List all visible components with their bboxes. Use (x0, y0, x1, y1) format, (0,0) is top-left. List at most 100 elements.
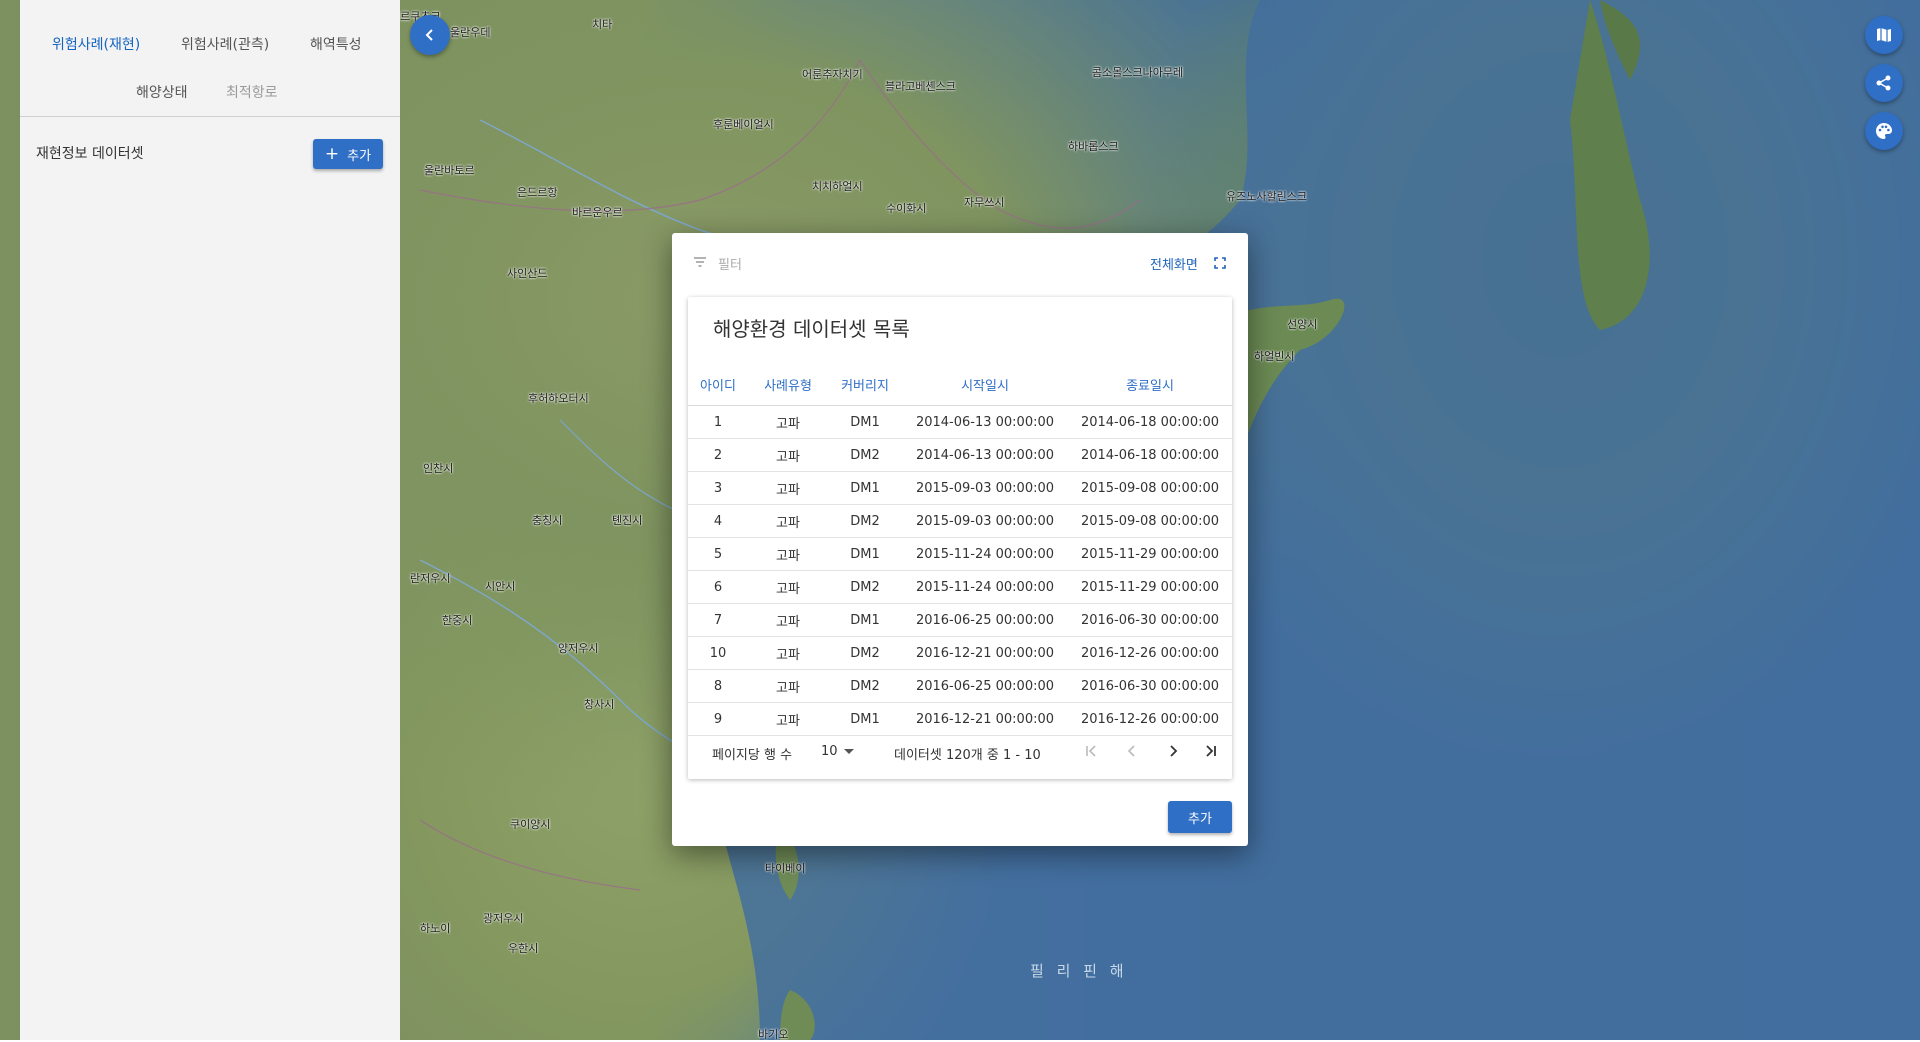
cell-id: 8 (688, 669, 748, 703)
cell-start-time: 2015-09-03 00:00:00 (902, 504, 1068, 538)
last-page-icon (1206, 745, 1216, 757)
cell-id: 5 (688, 537, 748, 571)
table-row[interactable]: 2 고파 DM2 2014-06-13 00:00:00 2014-06-18 00:0… (688, 438, 1232, 472)
map-place-label: 창사시 (584, 698, 615, 711)
tab-divider (20, 116, 400, 117)
map-place-label: 인찬시 (423, 462, 454, 475)
map-place-label: 수이화시 (886, 202, 927, 215)
cell-coverage: DM1 (828, 603, 902, 637)
cell-start-time: 2015-11-24 00:00:00 (902, 537, 1068, 571)
cell-coverage: DM2 (828, 438, 902, 472)
plus-icon: + (324, 143, 340, 164)
theme-button[interactable] (1865, 112, 1903, 150)
map-place-label: 후허하오터시 (528, 392, 589, 405)
last-page-button[interactable] (1200, 740, 1222, 762)
cell-id: 4 (688, 504, 748, 538)
map-place-label: 하바롭스크 (1068, 140, 1119, 153)
table-row[interactable]: 3 고파 DM1 2015-09-03 00:00:00 2015-09-08 00:0… (688, 471, 1232, 505)
table-row[interactable]: 10 고파 DM2 2016-12-21 00:00:00 2016-12-26 00:… (688, 636, 1232, 670)
map-place-label: 울란우데 (450, 26, 491, 39)
table-row[interactable]: 6 고파 DM2 2015-11-24 00:00:00 2015-11-29 00:0… (688, 570, 1232, 604)
add-dataset-button[interactable]: + 추가 (313, 139, 383, 169)
cell-case-type: 고파 (748, 537, 828, 571)
tab-ocean-state[interactable]: 해양상태 (136, 82, 188, 102)
cell-id: 7 (688, 603, 748, 637)
prev-page-icon (1127, 745, 1135, 757)
cell-end-time: 2014-06-18 00:00:00 (1068, 405, 1232, 439)
caret-down-icon (843, 749, 854, 754)
cell-case-type: 고파 (748, 570, 828, 604)
map-place-label: 블라고베셴스크 (885, 80, 956, 93)
filter-icon[interactable] (693, 256, 707, 268)
cell-end-time: 2015-11-29 00:00:00 (1068, 570, 1232, 604)
cell-start-time: 2016-12-21 00:00:00 (902, 636, 1068, 670)
cell-end-time: 2015-09-08 00:00:00 (1068, 504, 1232, 538)
dataset-table-card: 해양환경 데이터셋 목록 아이디 사례유형 커버리지 시작일시 종료일시 1 고파… (688, 297, 1232, 779)
map-place-label: 자무쓰시 (964, 196, 1005, 209)
table-row[interactable]: 1 고파 DM1 2014-06-13 00:00:00 2014-06-18 00:0… (688, 405, 1232, 439)
map-place-label: 충칭시 (532, 514, 563, 527)
column-header-coverage[interactable]: 커버리지 (828, 363, 902, 406)
cell-id: 6 (688, 570, 748, 604)
table-row[interactable]: 5 고파 DM1 2015-11-24 00:00:00 2015-11-29 00:0… (688, 537, 1232, 571)
fullscreen-button[interactable]: 전체화면 (1150, 254, 1198, 273)
table-row[interactable]: 8 고파 DM2 2016-06-25 00:00:00 2016-06-30 00:0… (688, 669, 1232, 703)
table-row[interactable]: 4 고파 DM2 2015-09-03 00:00:00 2015-09-08 00:0… (688, 504, 1232, 538)
map-place-label: 치타 (592, 18, 613, 31)
cell-end-time: 2015-11-29 00:00:00 (1068, 537, 1232, 571)
dataset-dialog: 필터 전체화면 해양환경 데이터셋 목록 아이디 사례유형 커버리지 시작일시 … (672, 233, 1248, 846)
column-header-start-time[interactable]: 시작일시 (902, 363, 1068, 406)
collapse-panel-button[interactable] (410, 15, 450, 55)
page-range-label: 데이터셋 120개 중 1 - 10 (894, 748, 1041, 763)
map-layers-button[interactable] (1865, 16, 1903, 54)
cell-end-time: 2016-06-30 00:00:00 (1068, 603, 1232, 637)
map-place-label: 바르운우르 (572, 206, 623, 219)
next-page-button[interactable] (1162, 740, 1184, 762)
column-header-case-type[interactable]: 사례유형 (748, 363, 828, 406)
map-place-label: 톈진시 (612, 514, 643, 527)
map-icon (1877, 28, 1891, 42)
cell-start-time: 2015-11-24 00:00:00 (902, 570, 1068, 604)
cell-case-type: 고파 (748, 504, 828, 538)
tab-risk-reproduced[interactable]: 위험사례(재현) (52, 34, 140, 54)
cell-end-time: 2015-09-08 00:00:00 (1068, 471, 1232, 505)
cell-coverage: DM2 (828, 636, 902, 670)
cell-coverage: DM2 (828, 504, 902, 538)
column-header-id[interactable]: 아이디 (688, 363, 748, 406)
map-place-label: 사인산드 (507, 267, 548, 280)
cell-case-type: 고파 (748, 669, 828, 703)
rows-per-page-value: 10 (821, 744, 838, 759)
cell-case-type: 고파 (748, 438, 828, 472)
palette-icon (1876, 123, 1892, 139)
next-page-icon (1170, 745, 1178, 757)
tab-sea-area[interactable]: 해역특성 (310, 34, 362, 54)
map-place-label: 어룬추자치기 (802, 68, 863, 81)
tab-risk-observed[interactable]: 위험사례(관측) (181, 34, 269, 54)
first-page-button[interactable] (1080, 740, 1102, 762)
filter-button[interactable]: 필터 (718, 254, 742, 273)
cell-coverage: DM1 (828, 537, 902, 571)
map-place-label: 시안시 (485, 580, 516, 593)
rows-per-page-label: 페이지당 행 수 (712, 748, 793, 763)
map-place-label: 유즈노사할린스크 (1226, 190, 1307, 203)
tab-optimal-route[interactable]: 최적항로 (226, 82, 278, 102)
table-row[interactable]: 7 고파 DM1 2016-06-25 00:00:00 2016-06-30 00:0… (688, 603, 1232, 637)
dialog-add-button[interactable]: 추가 (1168, 801, 1232, 833)
share-icon (1876, 75, 1891, 91)
column-header-end-time[interactable]: 종료일시 (1068, 363, 1232, 406)
cell-start-time: 2014-06-13 00:00:00 (902, 405, 1068, 439)
chevron-left-icon (425, 29, 433, 41)
fullscreen-icon[interactable] (1214, 257, 1226, 269)
cell-coverage: DM2 (828, 669, 902, 703)
dialog-title: 해양환경 데이터셋 목록 (713, 317, 910, 341)
map-place-label: 후룬베이얼시 (713, 118, 774, 131)
map-place-label: 우한시 (508, 942, 539, 955)
share-button[interactable] (1865, 64, 1903, 102)
cell-end-time: 2014-06-18 00:00:00 (1068, 438, 1232, 472)
map-place-label: 광저우시 (483, 912, 524, 925)
rows-per-page-select[interactable]: 10 (821, 744, 854, 759)
prev-page-button[interactable] (1121, 740, 1143, 762)
map-place-label: 콤소몰스크나아무레 (1092, 66, 1184, 79)
add-dataset-label: 추가 (347, 148, 372, 164)
cell-case-type: 고파 (748, 405, 828, 439)
